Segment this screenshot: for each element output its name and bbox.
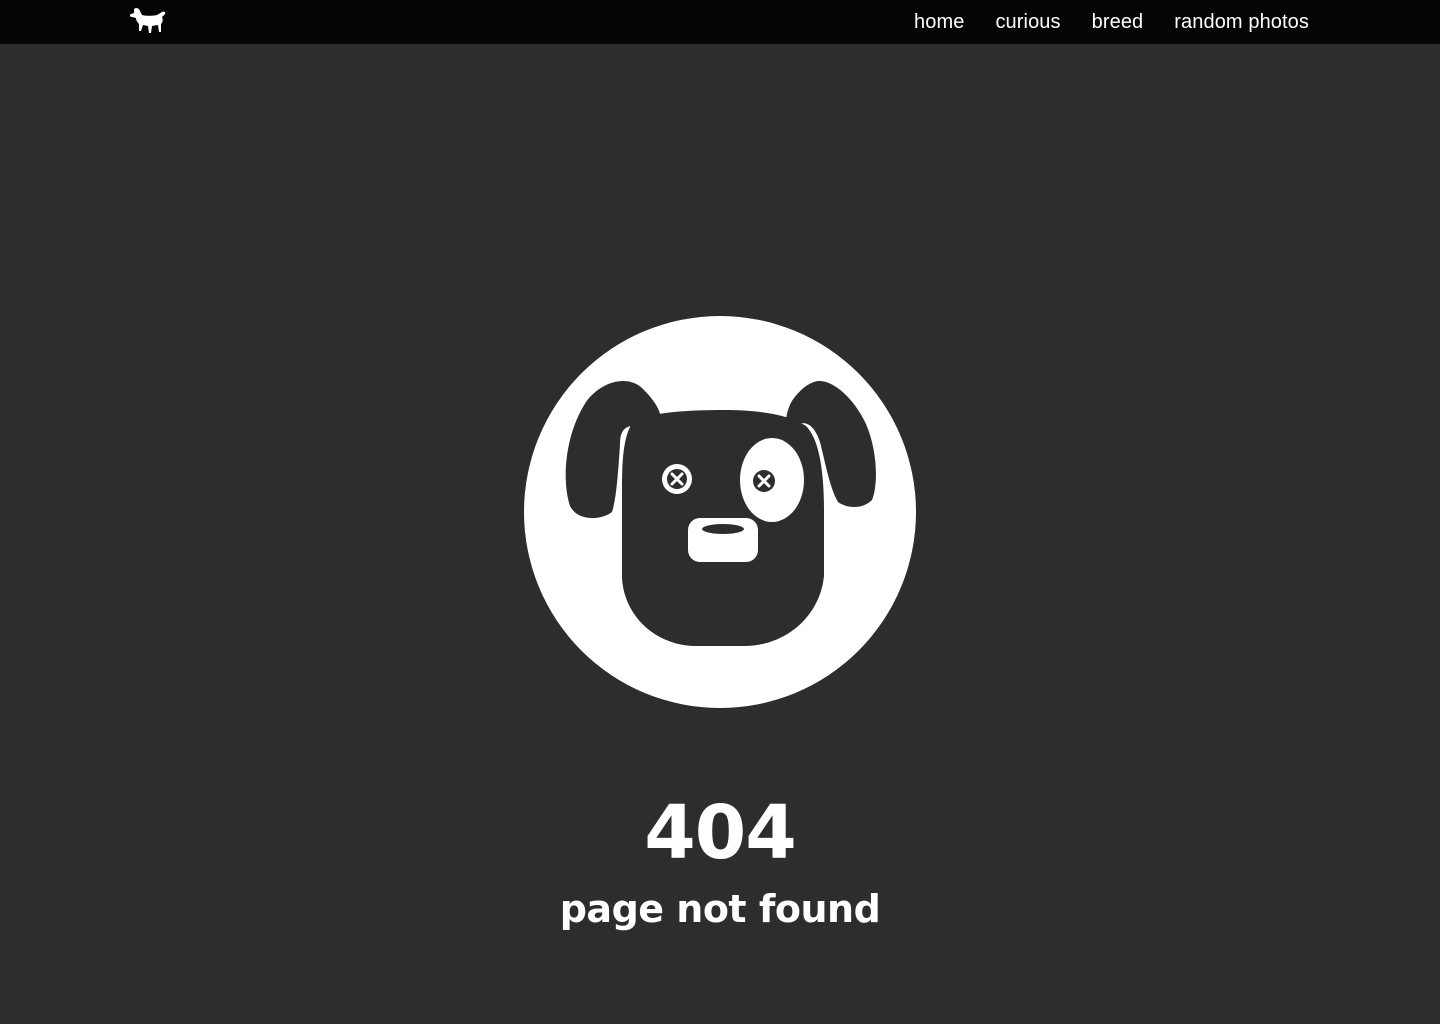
nav-curious[interactable]: curious	[995, 11, 1060, 34]
home-logo-link[interactable]	[128, 6, 168, 38]
error-message: page not found	[559, 886, 881, 931]
nav-home[interactable]: home	[914, 11, 964, 34]
not-found-illustration	[524, 316, 916, 708]
nav-breed[interactable]: breed	[1092, 11, 1144, 34]
sad-dog-face-icon	[524, 316, 916, 708]
nav-random-photos[interactable]: random photos	[1174, 11, 1309, 34]
top-navbar: home curious breed random photos	[0, 0, 1440, 44]
dog-silhouette-icon	[129, 7, 166, 33]
main-nav: home curious breed random photos	[914, 0, 1309, 44]
error-code: 404	[644, 789, 796, 876]
